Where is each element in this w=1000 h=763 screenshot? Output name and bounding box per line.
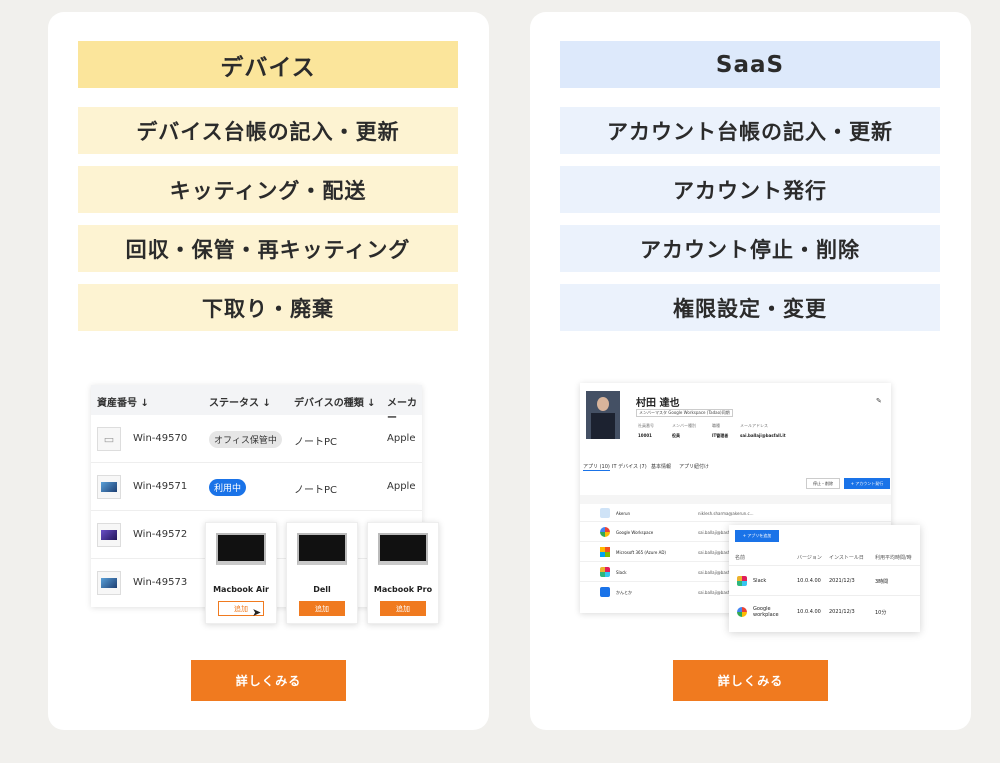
- app-version: 10.0.4.00: [797, 609, 821, 615]
- info-value: IT管理者: [712, 433, 729, 438]
- device-option-card[interactable]: Macbook Air 追加: [205, 522, 277, 624]
- tab-basic-info[interactable]: 基本情報: [651, 463, 671, 470]
- device-option-card[interactable]: Dell 追加: [286, 522, 358, 624]
- akerun-icon: [600, 508, 610, 518]
- stop-delete-button[interactable]: 停止・削除: [806, 478, 840, 489]
- device-item-recovery: 回収・保管・再キッティング: [78, 225, 458, 272]
- add-app-button[interactable]: + アプリを追加: [735, 530, 779, 542]
- header-type[interactable]: デバイスの種類 ↓: [294, 394, 376, 409]
- avatar: [586, 391, 620, 439]
- status-badge: オフィス保管中: [209, 431, 282, 448]
- cursor-icon: ➤: [252, 606, 262, 619]
- apps-table-header: [580, 495, 891, 504]
- microsoft-icon: [600, 547, 610, 557]
- table-row[interactable]: Akerun niklesh.sharma@akerun.c...: [580, 504, 891, 522]
- info-label: 職種: [712, 423, 720, 428]
- app-name: Microsoft 365 (Azure AD): [616, 550, 666, 555]
- app-name: Slack: [616, 570, 627, 575]
- device-option-name: Macbook Pro: [373, 585, 433, 594]
- device-type: ノートPC: [294, 485, 338, 496]
- saas-item-permissions: 権限設定・変更: [560, 284, 940, 331]
- device-item-kitting: キッティング・配送: [78, 166, 458, 213]
- device-details-button[interactable]: 詳しくみる: [191, 660, 346, 701]
- laptop-image-icon: [97, 523, 121, 547]
- sync-tag: メンバーマスタ Google Workspace (Tadao)同期: [636, 409, 733, 417]
- google-icon: [737, 607, 747, 617]
- asset-id: Win-49571: [133, 481, 188, 492]
- device-option-card[interactable]: Macbook Pro 追加: [367, 522, 439, 624]
- saas-item-issue: アカウント発行: [560, 166, 940, 213]
- slack-icon: [600, 567, 610, 577]
- table-row[interactable]: Win-49571 利用中 ノートPC Apple: [91, 463, 422, 511]
- table-row[interactable]: Slack 10.0.4.00 2021/12/3 3時間: [729, 565, 920, 595]
- saas-item-suspend: アカウント停止・削除: [560, 225, 940, 272]
- app-version: 10.0.4.00: [797, 578, 821, 584]
- add-button[interactable]: 追加: [380, 601, 426, 616]
- issue-account-button[interactable]: + アカウント発行: [844, 478, 890, 489]
- installed-apps-popup: + アプリを追加 名前 バージョン インストール日 利用平均時間/時 Slack…: [729, 525, 920, 632]
- app-name: かんとか: [616, 590, 632, 595]
- asset-id: Win-49573: [133, 577, 188, 588]
- info-value: 役員: [672, 433, 680, 438]
- tab-devices[interactable]: IT デバイス (7): [612, 463, 647, 470]
- status-badge: 利用中: [209, 479, 247, 496]
- tab-apps[interactable]: アプリ (10): [583, 463, 610, 471]
- device-maker: Apple: [387, 433, 416, 444]
- saas-details-button[interactable]: 詳しくみる: [673, 660, 828, 701]
- saas-item-ledger: アカウント台帳の記入・更新: [560, 107, 940, 154]
- saas-card: SaaS アカウント台帳の記入・更新 アカウント発行 アカウント停止・削除 権限…: [530, 12, 971, 730]
- custom-app-icon: [600, 587, 610, 597]
- device-title: デバイス: [78, 41, 458, 88]
- info-label: メールアドレス: [740, 423, 768, 428]
- add-button[interactable]: 追加: [299, 601, 345, 616]
- slack-icon: [737, 576, 747, 586]
- laptop-image-icon: [97, 475, 121, 499]
- install-date: 2021/12/3: [829, 609, 855, 615]
- app-name: Akerun: [616, 511, 631, 516]
- usage-time: 3時間: [875, 579, 889, 585]
- laptop-screen-icon: [216, 533, 266, 565]
- device-item-ledger: デバイス台帳の記入・更新: [78, 107, 458, 154]
- member-name: 村田 達也: [636, 398, 680, 409]
- laptop-screen-icon: [297, 533, 347, 565]
- usage-time: 10分: [875, 610, 887, 616]
- device-option-name: Dell: [313, 585, 331, 594]
- app-name: Slack: [753, 578, 767, 584]
- popup-header: 名前: [735, 555, 746, 561]
- device-type: ノートPC: [294, 437, 338, 448]
- laptop-image-icon: [97, 571, 121, 595]
- info-value: 10001: [638, 433, 652, 438]
- popup-header: バージョン: [797, 555, 822, 561]
- info-value: sai.ballaji@basfall.it: [740, 433, 786, 438]
- app-name: Google workplace: [753, 606, 779, 618]
- install-date: 2021/12/3: [829, 578, 855, 584]
- info-label: メンバー種別: [672, 423, 696, 428]
- table-row[interactable]: Google workplace 10.0.4.00 2021/12/3 10分: [729, 595, 920, 629]
- header-status[interactable]: ステータス ↓: [209, 394, 271, 409]
- table-row[interactable]: ▭ Win-49570 オフィス保管中 ノートPC Apple: [91, 415, 422, 463]
- asset-id: Win-49572: [133, 529, 188, 540]
- app-account: niklesh.sharma@akerun.c...: [698, 511, 754, 516]
- laptop-icon: ▭: [97, 427, 121, 451]
- device-table-header: 資産番号 ↓ ステータス ↓ デバイスの種類 ↓ メーカー: [91, 385, 422, 424]
- info-label: 社員番号: [638, 423, 654, 428]
- device-option-name: Macbook Air: [213, 585, 269, 594]
- device-maker: Apple: [387, 481, 416, 492]
- asset-id: Win-49570: [133, 433, 188, 444]
- header-asset[interactable]: 資産番号 ↓: [97, 394, 149, 409]
- saas-title: SaaS: [560, 41, 940, 88]
- device-item-disposal: 下取り・廃棄: [78, 284, 458, 331]
- app-name: Google Workspace: [616, 530, 654, 535]
- google-icon: [600, 527, 610, 537]
- tab-app-link[interactable]: アプリ紐付け: [679, 463, 709, 470]
- popup-header: インストール日: [829, 555, 864, 561]
- popup-header: 利用平均時間/時: [875, 555, 912, 561]
- edit-icon[interactable]: ✎: [876, 397, 882, 405]
- device-card: デバイス デバイス台帳の記入・更新 キッティング・配送 回収・保管・再キッティン…: [48, 12, 489, 730]
- laptop-screen-icon: [378, 533, 428, 565]
